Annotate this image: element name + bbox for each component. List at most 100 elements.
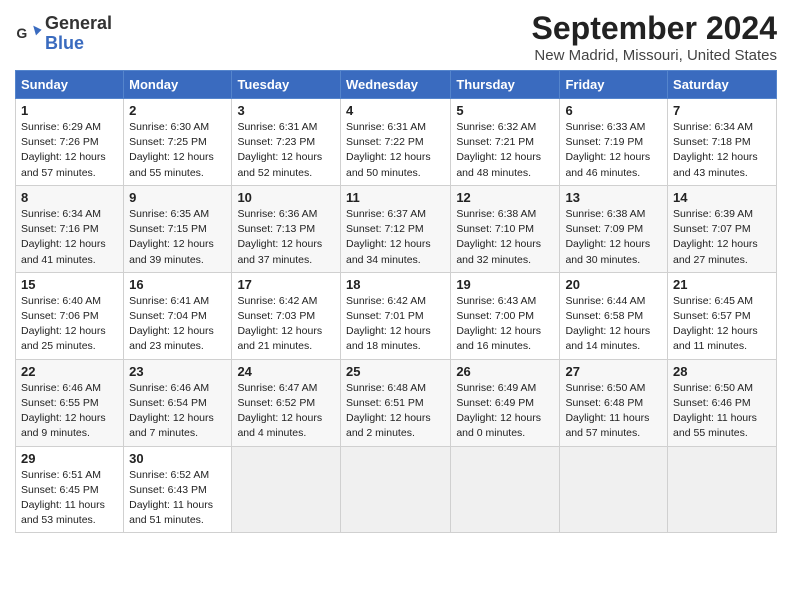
day-content: Sunrise: 6:31 AM Sunset: 7:23 PM Dayligh… (237, 120, 335, 181)
day-content: Sunrise: 6:32 AM Sunset: 7:21 PM Dayligh… (456, 120, 554, 181)
day-cell: 9 Sunrise: 6:35 AM Sunset: 7:15 PM Daylig… (124, 185, 232, 272)
day-content: Sunrise: 6:34 AM Sunset: 7:16 PM Dayligh… (21, 207, 118, 268)
col-header-monday: Monday (124, 71, 232, 99)
day-cell: 10 Sunrise: 6:36 AM Sunset: 7:13 PM Dayli… (232, 185, 341, 272)
day-cell: 11 Sunrise: 6:37 AM Sunset: 7:12 PM Dayli… (340, 185, 450, 272)
day-content: Sunrise: 6:31 AM Sunset: 7:22 PM Dayligh… (346, 120, 445, 181)
day-number: 30 (129, 451, 226, 466)
day-number: 16 (129, 277, 226, 292)
day-cell: 28 Sunrise: 6:50 AM Sunset: 6:46 PM Dayli… (668, 359, 777, 446)
day-number: 15 (21, 277, 118, 292)
day-cell: 30 Sunrise: 6:52 AM Sunset: 6:43 PM Dayli… (124, 446, 232, 533)
day-content: Sunrise: 6:52 AM Sunset: 6:43 PM Dayligh… (129, 468, 226, 529)
day-number: 4 (346, 103, 445, 118)
day-content: Sunrise: 6:36 AM Sunset: 7:13 PM Dayligh… (237, 207, 335, 268)
day-cell: 26 Sunrise: 6:49 AM Sunset: 6:49 PM Dayli… (451, 359, 560, 446)
day-number: 22 (21, 364, 118, 379)
week-row-4: 22 Sunrise: 6:46 AM Sunset: 6:55 PM Dayli… (16, 359, 777, 446)
day-content: Sunrise: 6:38 AM Sunset: 7:09 PM Dayligh… (565, 207, 662, 268)
day-number: 14 (673, 190, 771, 205)
day-content: Sunrise: 6:37 AM Sunset: 7:12 PM Dayligh… (346, 207, 445, 268)
day-content: Sunrise: 6:30 AM Sunset: 7:25 PM Dayligh… (129, 120, 226, 181)
day-cell: 16Sunrise: 6:41 AM Sunset: 7:04 PM Dayli… (124, 272, 232, 359)
day-cell: 4 Sunrise: 6:31 AM Sunset: 7:22 PM Daylig… (340, 99, 450, 186)
day-number: 11 (346, 190, 445, 205)
day-cell (232, 446, 341, 533)
day-content: Sunrise: 6:38 AM Sunset: 7:10 PM Dayligh… (456, 207, 554, 268)
logo-icon: G (15, 20, 43, 48)
day-number: 1 (21, 103, 118, 118)
day-content: Sunrise: 6:43 AM Sunset: 7:00 PM Dayligh… (456, 294, 554, 355)
col-header-friday: Friday (560, 71, 668, 99)
day-number: 2 (129, 103, 226, 118)
day-number: 21 (673, 277, 771, 292)
week-row-3: 15Sunrise: 6:40 AM Sunset: 7:06 PM Dayli… (16, 272, 777, 359)
logo-line1: General (45, 14, 112, 34)
day-number: 28 (673, 364, 771, 379)
svg-text:G: G (16, 25, 27, 41)
day-cell: 17 Sunrise: 6:42 AM Sunset: 7:03 PM Dayli… (232, 272, 341, 359)
day-cell: 5Sunrise: 6:32 AM Sunset: 7:21 PM Daylig… (451, 99, 560, 186)
week-row-2: 8 Sunrise: 6:34 AM Sunset: 7:16 PM Daylig… (16, 185, 777, 272)
day-number: 6 (565, 103, 662, 118)
day-cell: 27 Sunrise: 6:50 AM Sunset: 6:48 PM Dayli… (560, 359, 668, 446)
day-content: Sunrise: 6:35 AM Sunset: 7:15 PM Dayligh… (129, 207, 226, 268)
day-number: 20 (565, 277, 662, 292)
day-content: Sunrise: 6:50 AM Sunset: 6:46 PM Dayligh… (673, 381, 771, 442)
day-content: Sunrise: 6:48 AM Sunset: 6:51 PM Dayligh… (346, 381, 445, 442)
day-cell: 25 Sunrise: 6:48 AM Sunset: 6:51 PM Dayli… (340, 359, 450, 446)
day-cell: 19 Sunrise: 6:43 AM Sunset: 7:00 PM Dayli… (451, 272, 560, 359)
day-number: 9 (129, 190, 226, 205)
day-cell: 20 Sunrise: 6:44 AM Sunset: 6:58 PM Dayli… (560, 272, 668, 359)
calendar-table: SundayMondayTuesdayWednesdayThursdayFrid… (15, 70, 777, 533)
day-cell: 6 Sunrise: 6:33 AM Sunset: 7:19 PM Daylig… (560, 99, 668, 186)
day-cell: 8 Sunrise: 6:34 AM Sunset: 7:16 PM Daylig… (16, 185, 124, 272)
day-number: 29 (21, 451, 118, 466)
day-cell: 7 Sunrise: 6:34 AM Sunset: 7:18 PM Daylig… (668, 99, 777, 186)
day-cell: 1 Sunrise: 6:29 AM Sunset: 7:26 PM Daylig… (16, 99, 124, 186)
day-cell (560, 446, 668, 533)
col-header-thursday: Thursday (451, 71, 560, 99)
day-number: 12 (456, 190, 554, 205)
day-cell: 29Sunrise: 6:51 AM Sunset: 6:45 PM Dayli… (16, 446, 124, 533)
day-content: Sunrise: 6:34 AM Sunset: 7:18 PM Dayligh… (673, 120, 771, 181)
day-content: Sunrise: 6:42 AM Sunset: 7:01 PM Dayligh… (346, 294, 445, 355)
day-number: 7 (673, 103, 771, 118)
day-cell: 13 Sunrise: 6:38 AM Sunset: 7:09 PM Dayli… (560, 185, 668, 272)
week-row-1: 1 Sunrise: 6:29 AM Sunset: 7:26 PM Daylig… (16, 99, 777, 186)
day-content: Sunrise: 6:29 AM Sunset: 7:26 PM Dayligh… (21, 120, 118, 181)
logo-line2: Blue (45, 34, 112, 54)
day-number: 27 (565, 364, 662, 379)
day-number: 18 (346, 277, 445, 292)
day-cell: 3Sunrise: 6:31 AM Sunset: 7:23 PM Daylig… (232, 99, 341, 186)
day-cell: 24Sunrise: 6:47 AM Sunset: 6:52 PM Dayli… (232, 359, 341, 446)
day-content: Sunrise: 6:46 AM Sunset: 6:55 PM Dayligh… (21, 381, 118, 442)
day-number: 25 (346, 364, 445, 379)
day-number: 8 (21, 190, 118, 205)
col-header-sunday: Sunday (16, 71, 124, 99)
day-cell: 12 Sunrise: 6:38 AM Sunset: 7:10 PM Dayli… (451, 185, 560, 272)
day-number: 17 (237, 277, 335, 292)
day-cell: 21 Sunrise: 6:45 AM Sunset: 6:57 PM Dayli… (668, 272, 777, 359)
col-header-wednesday: Wednesday (340, 71, 450, 99)
day-content: Sunrise: 6:44 AM Sunset: 6:58 PM Dayligh… (565, 294, 662, 355)
title-area: September 2024 New Madrid, Missouri, Uni… (532, 10, 777, 64)
header: G General Blue September 2024 New Madrid… (15, 10, 777, 64)
day-number: 10 (237, 190, 335, 205)
day-cell: 14Sunrise: 6:39 AM Sunset: 7:07 PM Dayli… (668, 185, 777, 272)
day-number: 13 (565, 190, 662, 205)
day-number: 23 (129, 364, 226, 379)
day-cell: 18 Sunrise: 6:42 AM Sunset: 7:01 PM Dayli… (340, 272, 450, 359)
day-content: Sunrise: 6:50 AM Sunset: 6:48 PM Dayligh… (565, 381, 662, 442)
day-cell: 22 Sunrise: 6:46 AM Sunset: 6:55 PM Dayli… (16, 359, 124, 446)
day-cell (668, 446, 777, 533)
day-content: Sunrise: 6:33 AM Sunset: 7:19 PM Dayligh… (565, 120, 662, 181)
subtitle: New Madrid, Missouri, United States (532, 47, 777, 64)
day-content: Sunrise: 6:42 AM Sunset: 7:03 PM Dayligh… (237, 294, 335, 355)
day-content: Sunrise: 6:49 AM Sunset: 6:49 PM Dayligh… (456, 381, 554, 442)
day-number: 26 (456, 364, 554, 379)
day-cell: 15Sunrise: 6:40 AM Sunset: 7:06 PM Dayli… (16, 272, 124, 359)
day-content: Sunrise: 6:46 AM Sunset: 6:54 PM Dayligh… (129, 381, 226, 442)
day-content: Sunrise: 6:45 AM Sunset: 6:57 PM Dayligh… (673, 294, 771, 355)
day-number: 19 (456, 277, 554, 292)
